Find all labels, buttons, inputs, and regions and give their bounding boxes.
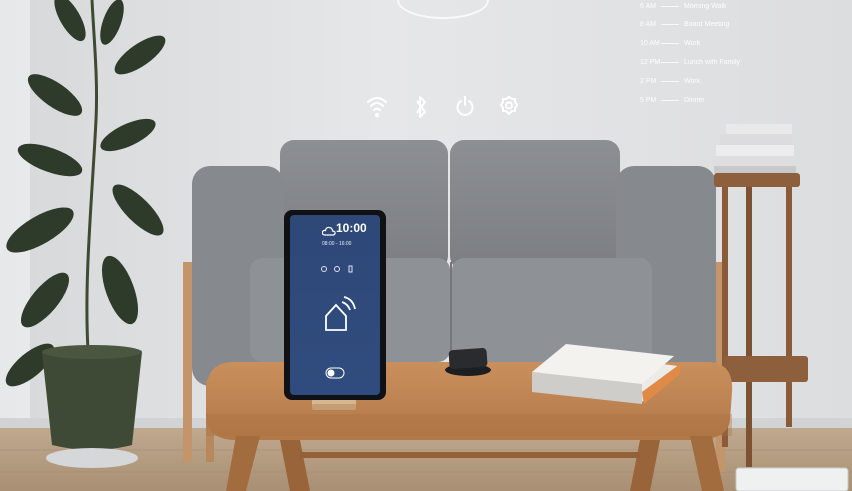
schedule-item[interactable]: 6 AM Morning Walk [640,0,727,12]
wifi-icon[interactable] [366,94,388,118]
schedule-event: Work [684,39,701,47]
schedule-event: Dinner [684,96,705,104]
device-clock: 10:00 [336,221,367,235]
schedule-line [661,80,679,82]
schedule-event: Board Meeting [684,20,730,28]
schedule-time: 10 AM [640,39,660,47]
settings-icon[interactable] [498,94,520,118]
room-illustration [0,0,852,491]
schedule-time: 2 PM [640,77,657,85]
schedule-event: Work [684,77,701,85]
schedule-event: Lunch with Family [684,58,741,66]
schedule-line [661,5,679,7]
schedule-time: 12 PM [640,58,661,66]
bluetooth-icon[interactable] [414,94,428,120]
schedule-time: 5 PM [640,96,657,104]
schedule-line [661,23,679,25]
schedule-line [661,61,679,63]
schedule-event: Morning Walk [684,2,727,10]
schedule-time: 8 AM [640,20,656,28]
cloud-icon [321,222,336,236]
schedule-item[interactable]: 5 PM Dinner [640,94,705,106]
schedule-item[interactable]: 12 PM Lunch with Family [640,56,740,68]
schedule-item[interactable]: 2 PM Work [640,75,700,87]
device-temp-range: 08:00 - 16:00 [322,241,352,247]
schedule-line [661,42,679,44]
schedule-time: 6 AM [640,2,656,10]
schedule-item[interactable]: 8 AM Board Meeting [640,18,730,30]
schedule-line [661,99,679,101]
schedule-item[interactable]: 10 AM Work [640,37,700,49]
smart-home-scene: 6 AM Morning Walk 8 AM Board Meeting 10 … [0,0,852,491]
power-icon[interactable] [455,94,475,118]
